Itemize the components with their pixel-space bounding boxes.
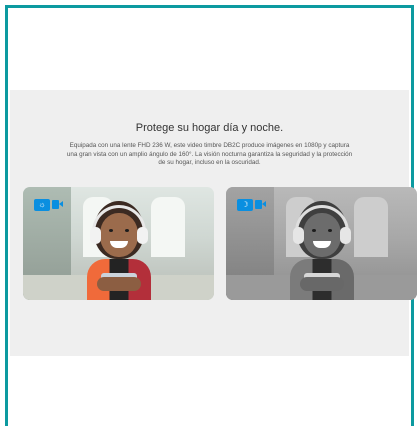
night-vision-image: ☽	[226, 187, 417, 300]
video-camera-icon	[255, 200, 266, 209]
page-frame: Protege su hogar día y noche. Equipada c…	[5, 5, 417, 426]
child-photo	[83, 201, 155, 300]
child-photo-night	[286, 201, 358, 300]
day-vision-image: ☼	[23, 187, 214, 300]
video-camera-icon	[52, 200, 63, 209]
night-mode-badge: ☽	[237, 198, 266, 211]
moon-icon: ☽	[237, 198, 253, 211]
feature-section: Protege su hogar día y noche. Equipada c…	[10, 90, 417, 356]
day-mode-badge: ☼	[34, 198, 63, 211]
sun-icon: ☼	[34, 198, 50, 211]
section-description: Equipada con una lente FHD 236 W, este v…	[66, 142, 353, 166]
section-title: Protege su hogar día y noche.	[135, 122, 284, 134]
